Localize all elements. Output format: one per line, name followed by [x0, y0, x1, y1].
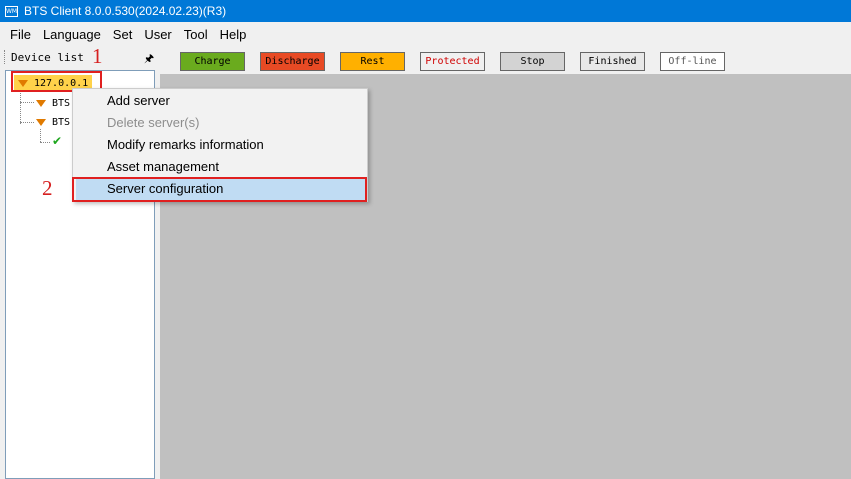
- title-bar: WM BTS Client 8.0.0.530(2024.02.23)(R3): [0, 0, 851, 22]
- tree-node-label: BTS: [52, 97, 71, 109]
- status-rest: Rest: [340, 52, 405, 71]
- annotation-step-2: 2: [42, 176, 53, 200]
- ctx-asset-management[interactable]: Asset management: [107, 156, 219, 178]
- device-list-title: Device list: [11, 50, 84, 64]
- ctx-modify-remarks[interactable]: Modify remarks information: [107, 134, 264, 156]
- menu-language[interactable]: Language: [38, 27, 106, 42]
- status-offline: Off-line: [660, 52, 725, 71]
- status-protected: Protected: [420, 52, 485, 71]
- status-stop: Stop: [500, 52, 565, 71]
- tree-node-bts-1[interactable]: BTS: [36, 95, 70, 111]
- tree-line: [40, 129, 41, 142]
- status-legend-bar: Charge Discharge Rest Protected Stop Fin…: [160, 46, 851, 74]
- tree-line: [40, 142, 50, 143]
- status-finished: Finished: [580, 52, 645, 71]
- tree-node-bts-2[interactable]: BTS: [36, 114, 70, 130]
- check-icon: ✔: [52, 134, 63, 148]
- ctx-delete-servers[interactable]: Delete server(s): [107, 112, 199, 134]
- device-list-header: Device list 🖈: [4, 48, 154, 66]
- annotation-step-1: 1: [92, 44, 103, 68]
- window-title: BTS Client 8.0.0.530(2024.02.23)(R3): [24, 4, 227, 18]
- tree-node-label: BTS: [52, 116, 71, 128]
- tree-line: [20, 89, 21, 124]
- tree-line: [20, 122, 34, 123]
- menu-set[interactable]: Set: [108, 27, 138, 42]
- tree-node-channel[interactable]: ✔: [52, 133, 62, 149]
- tree-line: [20, 102, 34, 103]
- menu-user[interactable]: User: [139, 27, 176, 42]
- expand-icon[interactable]: [36, 118, 46, 126]
- menu-tool[interactable]: Tool: [179, 27, 213, 42]
- menu-help[interactable]: Help: [215, 27, 252, 42]
- expand-icon[interactable]: [36, 99, 46, 107]
- app-icon: WM: [5, 5, 18, 17]
- pin-icon[interactable]: 🖈: [144, 50, 154, 69]
- status-discharge: Discharge: [260, 52, 325, 71]
- ctx-add-server[interactable]: Add server: [107, 90, 170, 112]
- status-charge: Charge: [180, 52, 245, 71]
- annotation-box-2: [72, 177, 367, 202]
- grip-icon[interactable]: [4, 50, 6, 64]
- menu-file[interactable]: File: [5, 27, 36, 42]
- menu-bar: File Language Set User Tool Help: [0, 24, 851, 44]
